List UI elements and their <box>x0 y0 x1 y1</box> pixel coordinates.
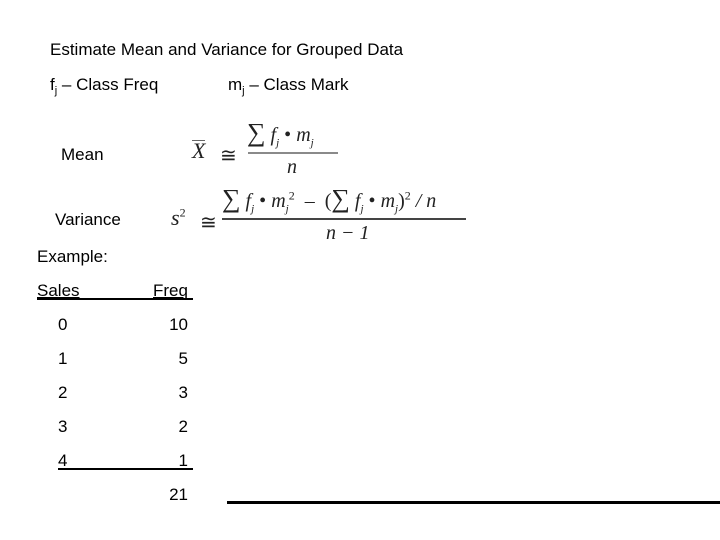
row-3-sales: 3 <box>58 417 68 436</box>
mean-label: Mean <box>61 145 104 164</box>
mean-approx: ≅ <box>220 145 237 167</box>
variance-lhs-symbol: s <box>171 205 180 230</box>
variance-approx: ≅ <box>200 212 217 234</box>
total-freq: 21 <box>169 485 188 504</box>
mean-denominator: n <box>287 156 297 178</box>
row-3-freq: 2 <box>178 417 188 436</box>
mean-lhs: X <box>192 138 206 163</box>
mj-text: – Class Mark <box>244 75 349 94</box>
row-0-sales: 0 <box>58 315 68 334</box>
mj-symbol: m <box>228 75 243 94</box>
header-underline <box>37 298 193 300</box>
mean-numerator: ∑ fj • mj <box>247 118 314 149</box>
row-2-freq: 3 <box>178 383 188 402</box>
variance-denominator: n − 1 <box>326 222 370 244</box>
mean-fraction-bar <box>248 152 338 154</box>
total-underline <box>58 468 193 470</box>
variance-label: Variance <box>55 210 121 229</box>
definition-fj: fj – Class Freq <box>50 75 158 97</box>
row-1-freq: 5 <box>178 349 188 368</box>
row-2-sales: 2 <box>58 383 68 402</box>
variance-lhs: s2 <box>171 205 186 231</box>
variance-fraction-bar <box>222 218 466 220</box>
definition-mj: mj – Class Mark <box>228 75 349 97</box>
bottom-rule <box>227 501 720 504</box>
variance-numerator: ∑ fj • mj2 – (∑ fj • mj)2 / n <box>222 184 437 215</box>
variance-lhs-exponent: 2 <box>179 205 186 220</box>
slide-title: Estimate Mean and Variance for Grouped D… <box>50 40 404 59</box>
example-label: Example: <box>37 247 108 266</box>
row-0-freq: 10 <box>169 315 188 334</box>
row-1-sales: 1 <box>58 349 68 368</box>
fj-text: – Class Freq <box>57 75 159 94</box>
